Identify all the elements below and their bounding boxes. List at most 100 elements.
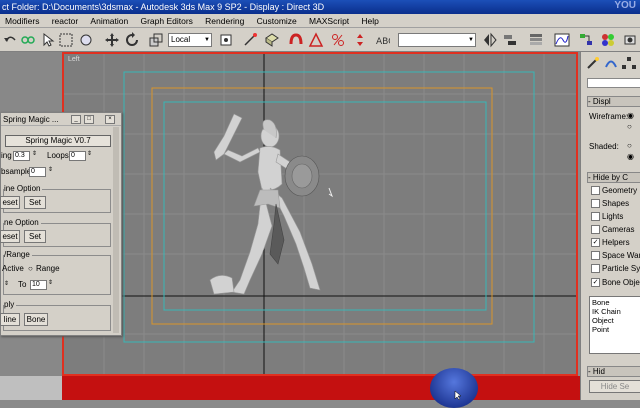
hide-rollout[interactable]: - Hid [587,366,640,377]
curve-editor-icon[interactable] [554,32,570,48]
checkbox-label: Shapes [602,199,630,208]
snaps-toggle-icon[interactable] [288,32,304,48]
select-manipulate-icon[interactable] [242,32,258,48]
viewport-left[interactable]: Left [62,52,578,376]
reference-coord-dropdown[interactable]: Local ▼ [168,33,212,47]
spring-spinner[interactable]: 0.3 [13,151,30,161]
spinner-arrows-icon[interactable]: ⇕ [32,150,37,157]
menu-graph-editors[interactable]: Graph Editors [135,14,197,28]
apply-bone-button[interactable]: Bone [24,313,48,326]
hide-filter-list[interactable]: Bone IK Chain Object Point [589,296,640,354]
region-select-icon[interactable] [58,32,74,48]
safe-frame-action [151,87,493,325]
hierarchy-tab-icon[interactable] [621,56,637,70]
spinner-arrows-icon[interactable]: ⇕ [48,166,53,173]
checkbox-label: Space Warp [602,251,640,260]
shaded-radio-icon[interactable]: ◉ [627,152,634,161]
material-editor-icon[interactable] [600,32,616,48]
hide-by-category-rollout[interactable]: - Hide by C [587,172,640,183]
to-spinner[interactable]: 10 [30,280,47,290]
active-radio[interactable]: Active [2,264,24,273]
scale-icon[interactable] [148,32,164,48]
checkbox-label: Geometry [602,186,638,195]
shaded-radio-icon[interactable]: ○ [627,141,632,150]
edit-named-selection-icon[interactable]: ABC [374,32,390,48]
named-selection-set-dropdown[interactable]: ▼ [398,33,476,47]
shapes-checkbox[interactable] [591,199,600,208]
apply-spline-button[interactable]: line [0,313,20,326]
menu-modifiers[interactable]: Modifiers [0,14,44,28]
menu-maxscript[interactable]: MAXScript [304,14,354,28]
set-button[interactable]: Set [24,196,46,209]
wireframe-radio-icon[interactable]: ◉ [627,111,634,120]
loops-label: Loops [47,151,69,160]
percent-snap-icon[interactable] [330,32,346,48]
keyboard-shortcut-icon[interactable] [264,32,280,48]
chevron-down-icon: ▼ [468,37,474,43]
spinner-arrows-icon[interactable]: ⇕ [48,279,53,286]
object-name-field[interactable] [587,78,640,88]
cameras-checkbox[interactable] [591,225,600,234]
align-icon[interactable] [502,32,518,48]
wireframe-label: Wireframe: [589,112,629,121]
dialog-scrollbar[interactable] [113,127,119,333]
reset-button[interactable]: eset [0,230,20,243]
angle-snap-icon[interactable] [308,32,324,48]
menu-rendering[interactable]: Rendering [200,14,249,28]
window-crossing-icon[interactable] [78,32,94,48]
range-radio-icon[interactable]: ○ [28,264,33,273]
modify-tab-icon[interactable] [603,56,619,70]
lights-checkbox[interactable] [591,212,600,221]
menu-help[interactable]: Help [356,14,383,28]
mouse-cursor-icon [328,187,334,198]
layer-manager-icon[interactable] [528,32,544,48]
move-icon[interactable] [104,32,120,48]
geometry-checkbox[interactable] [591,186,600,195]
reset-button[interactable]: eset [0,196,20,209]
chevron-down-icon: ▼ [204,37,210,43]
script-heading: Spring Magic V0.7 [5,135,111,147]
menu-customize[interactable]: Customize [252,14,302,28]
list-item[interactable]: Bone [592,298,638,307]
pivot-center-icon[interactable] [218,32,234,48]
list-item[interactable]: Point [592,325,638,334]
set-button[interactable]: Set [24,230,46,243]
safe-frame-outer [123,71,535,343]
select-link-icon[interactable] [20,32,36,48]
menu-animation[interactable]: Animation [85,14,133,28]
create-tab-icon[interactable] [585,56,601,70]
checkbox-label: Lights [602,212,624,221]
bottom-left-area [0,376,62,400]
dialog-title-bar[interactable]: Spring Magic ... [1,113,121,126]
rotate-icon[interactable] [124,32,140,48]
subsample-spinner[interactable]: 0 [29,167,46,177]
watermark-logo: YOU [614,0,636,11]
spinner-arrows-icon[interactable]: ⇕ [87,150,92,157]
menu-reactor[interactable]: reactor [47,14,83,28]
spinner-snap-icon[interactable] [352,32,368,48]
status-bar [62,376,580,400]
minimize-button[interactable]: _ [71,115,81,124]
list-item[interactable]: IK Chain Object [592,307,638,325]
group-label: /Range [4,250,32,259]
command-panel: - Displ Wireframe: ◉ ○ Shaded: ○ ◉ - Hid… [580,52,640,400]
particle-systems-checkbox[interactable] [591,264,600,273]
group-apply: ply line Bone [0,300,111,331]
restore-button[interactable]: □ [84,115,94,124]
spinner-arrows-icon[interactable]: ⇕ [4,280,9,287]
mirror-icon[interactable] [482,32,498,48]
render-scene-icon[interactable] [622,32,638,48]
helpers-checkbox[interactable]: ✓ [591,238,600,247]
rollout-title: Hide by C [592,173,629,182]
hide-selected-button[interactable]: Hide Se [589,380,640,393]
schematic-view-icon[interactable] [578,32,594,48]
display-color-rollout[interactable]: - Displ [587,96,640,107]
loops-spinner[interactable]: 0 [69,151,86,161]
select-object-icon[interactable] [40,32,56,48]
bone-objects-checkbox[interactable]: ✓ [591,278,600,287]
close-button[interactable]: × [105,115,115,124]
checkmark-icon: ✓ [592,239,599,246]
undo-icon[interactable] [2,32,18,48]
wireframe-radio-icon[interactable]: ○ [627,122,632,131]
space-warps-checkbox[interactable] [591,251,600,260]
